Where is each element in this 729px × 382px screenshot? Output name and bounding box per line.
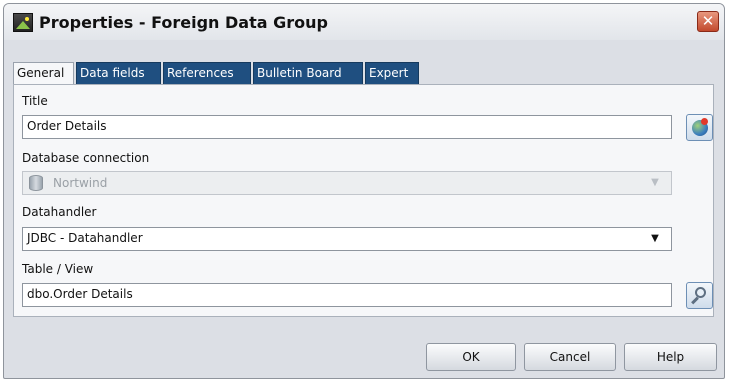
cancel-button[interactable]: Cancel <box>524 343 616 371</box>
tab-references[interactable]: References <box>163 62 251 84</box>
title-label: Title <box>22 94 48 108</box>
tab-bulletin-board[interactable]: Bulletin Board <box>253 62 363 84</box>
title-bar[interactable]: Properties - Foreign Data Group ✕ <box>4 4 724 40</box>
table-view-label: Table / View <box>22 262 94 276</box>
database-connection-label: Database connection <box>22 151 150 165</box>
tab-data-fields[interactable]: Data fields <box>76 62 161 84</box>
close-button[interactable]: ✕ <box>697 11 719 32</box>
dialog-title: Properties - Foreign Data Group <box>39 13 328 32</box>
chevron-down-icon: ▼ <box>651 177 659 188</box>
chevron-down-icon[interactable]: ▼ <box>647 232 663 246</box>
help-button[interactable]: Help <box>624 343 717 371</box>
database-icon <box>29 175 43 191</box>
browse-table-button[interactable] <box>686 282 713 309</box>
ok-button[interactable]: OK <box>426 343 516 371</box>
tab-expert[interactable]: Expert <box>365 62 419 84</box>
datahandler-value: JDBC - Datahandler <box>27 231 143 245</box>
title-field[interactable]: Order Details <box>22 115 672 139</box>
app-picture-icon <box>13 13 33 32</box>
database-connection-value: Nortwind <box>53 176 108 190</box>
database-connection-select: Nortwind ▼ <box>22 171 672 195</box>
datahandler-select[interactable]: JDBC - Datahandler ▼ <box>22 227 672 251</box>
datahandler-label: Datahandler <box>22 205 97 219</box>
table-view-field[interactable]: dbo.Order Details <box>22 283 672 307</box>
globe-button[interactable] <box>686 114 713 141</box>
tab-general[interactable]: General <box>13 62 74 86</box>
